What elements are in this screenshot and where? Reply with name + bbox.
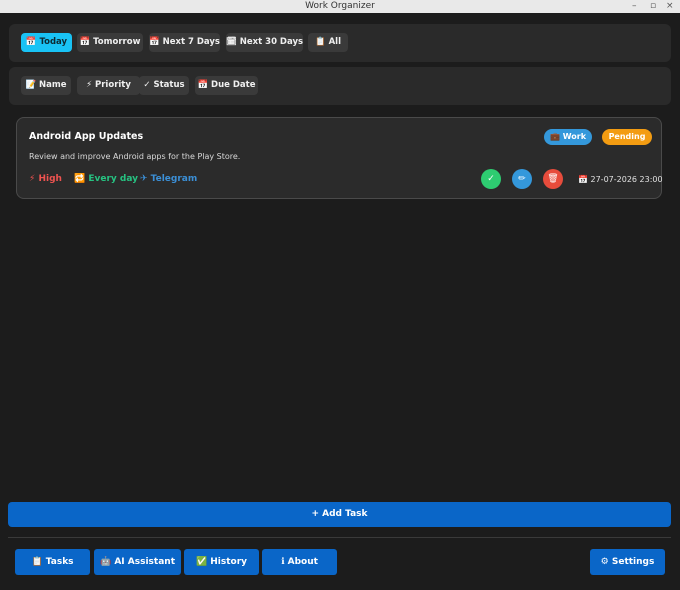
filter-today-button[interactable]: 📅 Today — [21, 33, 72, 52]
channel-label: ✈ Telegram — [140, 174, 198, 184]
add-task-button[interactable]: + Add Task — [8, 502, 671, 527]
filter-next-7-days-button[interactable]: 📅 Next 7 Days — [149, 33, 220, 52]
date-filter-bar: 📅 Today 📅 Tomorrow 📅 Next 7 Days 🗓 Next … — [9, 24, 671, 62]
sort-priority-label: Priority — [95, 80, 131, 90]
filter-next-30-days-button[interactable]: 🗓 Next 30 Days — [226, 33, 303, 52]
nav-history-button[interactable]: ✅ History — [184, 549, 259, 575]
sort-name-label: Name — [39, 80, 67, 90]
calendar-icon: 📅 — [197, 80, 209, 90]
checkmark-icon: ✓ — [487, 174, 495, 184]
clipboard-icon: 📋 — [315, 37, 326, 47]
calendar-icon: 📅 — [79, 37, 91, 47]
divider — [8, 537, 671, 538]
sort-bar: 📝 Name ⚡ Priority ✓ Status 📅 Due Date — [9, 67, 671, 105]
filter-all-button[interactable]: 📋 All — [308, 33, 348, 52]
filter-next-30-days-label: Next 30 Days — [239, 37, 304, 47]
maximize-icon[interactable]: ▫ — [650, 0, 656, 13]
task-title: Android App Updates — [29, 131, 144, 142]
sort-status-label: Status — [153, 80, 185, 90]
window-titlebar: Work Organizer – ▫ × — [0, 0, 680, 13]
calendar-icon: 📅 — [149, 37, 160, 47]
checkmark-icon: ✓ — [143, 80, 151, 90]
filter-next-7-days-label: Next 7 Days — [162, 37, 220, 47]
sort-name-button[interactable]: 📝 Name — [21, 76, 71, 95]
edit-button[interactable]: ✏ — [512, 169, 532, 189]
lightning-icon: ⚡ — [86, 80, 93, 90]
memo-icon: 📝 — [25, 80, 37, 90]
delete-button[interactable]: 🗑 — [543, 169, 563, 189]
nav-about-button[interactable]: ℹ About — [262, 549, 337, 575]
calendar-icon: 🗓 — [226, 37, 237, 47]
pencil-icon: ✏ — [518, 174, 526, 184]
complete-button[interactable]: ✓ — [481, 169, 501, 189]
category-badge: 💼 Work — [544, 129, 592, 145]
sort-due-date-label: Due Date — [211, 80, 256, 90]
filter-tomorrow-button[interactable]: 📅 Tomorrow — [77, 33, 143, 52]
status-badge: Pending — [602, 129, 652, 145]
sort-status-button[interactable]: ✓ Status — [139, 76, 189, 95]
minimize-icon[interactable]: – — [632, 0, 637, 13]
due-date-label: 📅 27-07-2026 23:00 — [578, 175, 663, 184]
filter-tomorrow-label: Tomorrow — [93, 37, 141, 47]
nav-tasks-button[interactable]: 📋 Tasks — [15, 549, 90, 575]
nav-ai-assistant-button[interactable]: 🤖 AI Assistant — [94, 549, 181, 575]
recurrence-label: 🔁 Every day — [74, 174, 139, 184]
window-title: Work Organizer — [305, 1, 375, 11]
nav-settings-button[interactable]: ⚙ Settings — [590, 549, 665, 575]
task-card[interactable]: Android App Updates 💼 Work Pending Revie… — [16, 117, 663, 199]
trash-icon: 🗑 — [547, 174, 559, 184]
filter-today-label: Today — [39, 37, 68, 47]
sort-due-date-button[interactable]: 📅 Due Date — [195, 76, 258, 95]
sort-priority-button[interactable]: ⚡ Priority — [77, 76, 140, 95]
calendar-icon: 📅 — [25, 37, 37, 47]
close-icon[interactable]: × — [666, 0, 674, 13]
task-description: Review and improve Android apps for the … — [29, 152, 241, 161]
priority-label: ⚡ High — [29, 174, 62, 184]
filter-all-label: All — [328, 37, 341, 47]
